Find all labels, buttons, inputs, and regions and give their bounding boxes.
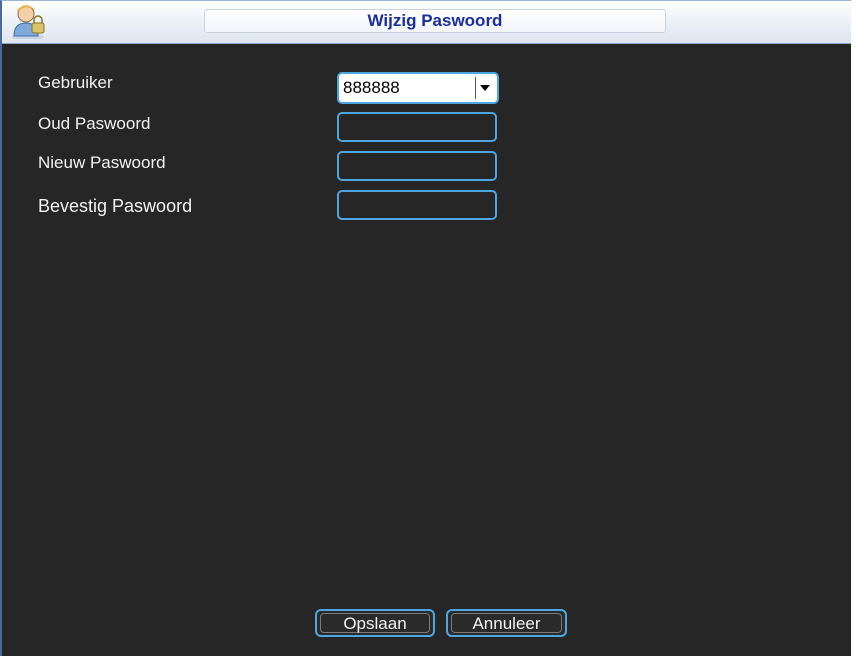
cancel-button-label: Annuleer (451, 613, 562, 633)
user-label: Gebruiker (38, 73, 113, 92)
user-lock-icon (8, 3, 48, 40)
confirm-password-label: Bevestig Paswoord (38, 196, 193, 216)
change-password-dialog: Wijzig Paswoord Gebruiker 888888 Oud Pas… (0, 0, 851, 656)
chevron-down-icon[interactable] (475, 77, 494, 99)
confirm-password-field[interactable] (337, 190, 497, 220)
save-button-label: Opslaan (320, 613, 430, 633)
old-password-field[interactable] (337, 112, 497, 142)
old-password-label: Oud Paswoord (38, 114, 151, 133)
user-select[interactable]: 888888 (337, 72, 499, 104)
save-button[interactable]: Opslaan (315, 609, 435, 637)
window-title: Wijzig Paswoord (204, 9, 666, 33)
title-bar: Wijzig Paswoord (2, 1, 851, 44)
user-select-value: 888888 (343, 78, 400, 97)
new-password-label: Nieuw Paswoord (38, 153, 166, 172)
new-password-field[interactable] (337, 151, 497, 181)
cancel-button[interactable]: Annuleer (446, 609, 567, 637)
